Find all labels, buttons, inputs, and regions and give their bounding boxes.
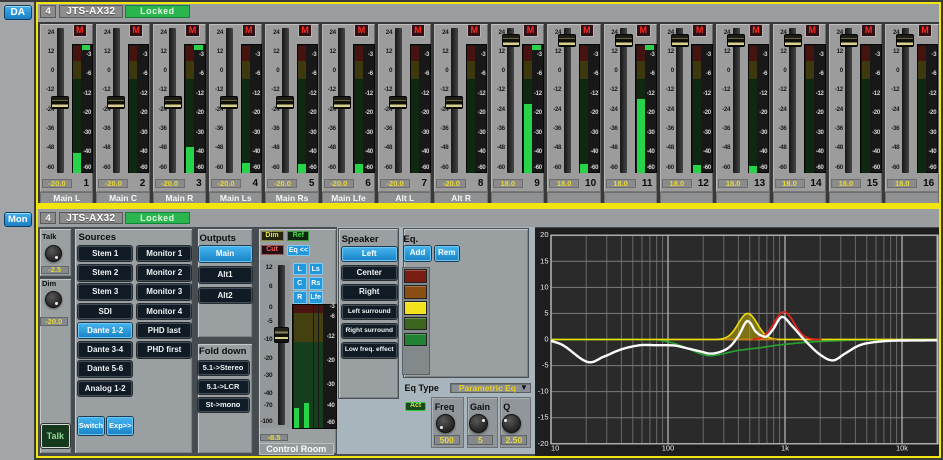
- svg-text:15: 15: [540, 256, 548, 265]
- svg-text:5: 5: [544, 308, 548, 317]
- svg-text:1k: 1k: [781, 443, 789, 452]
- svg-text:-20: -20: [538, 438, 549, 447]
- svg-text:0: 0: [544, 334, 548, 343]
- svg-text:10k: 10k: [896, 443, 908, 452]
- svg-text:-5: -5: [542, 360, 549, 369]
- svg-text:20: 20: [540, 230, 548, 239]
- svg-text:100: 100: [662, 443, 675, 452]
- svg-text:-10: -10: [538, 386, 549, 395]
- svg-text:-15: -15: [538, 412, 549, 421]
- svg-text:10: 10: [540, 282, 548, 291]
- svg-text:10: 10: [551, 443, 559, 452]
